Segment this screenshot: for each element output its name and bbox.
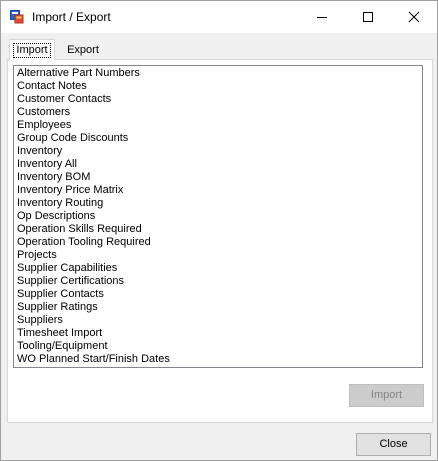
- list-item[interactable]: Supplier Contacts: [14, 288, 422, 301]
- list-item[interactable]: Projects: [14, 249, 422, 262]
- close-button[interactable]: Close: [356, 433, 431, 456]
- list-item[interactable]: Inventory Routing: [14, 197, 422, 210]
- title-bar[interactable]: Import / Export: [1, 1, 437, 33]
- list-item[interactable]: Supplier Capabilities: [14, 262, 422, 275]
- list-item[interactable]: WO Planned Start/Finish Dates: [14, 353, 422, 366]
- import-tab-page: Alternative Part Numbers Contact Notes Cus…: [7, 59, 433, 423]
- list-item[interactable]: Group Code Discounts: [14, 132, 422, 145]
- minimize-button[interactable]: [299, 1, 345, 33]
- maximize-icon: [363, 12, 373, 22]
- list-item[interactable]: Inventory Price Matrix: [14, 184, 422, 197]
- list-item[interactable]: Operation Tooling Required: [14, 236, 422, 249]
- list-item[interactable]: Customer Contacts: [14, 93, 422, 106]
- list-item[interactable]: Timesheet Import: [14, 327, 422, 340]
- list-item[interactable]: Inventory: [14, 145, 422, 158]
- tab-control: Import Export Alternative Part Numbers Co…: [7, 39, 433, 423]
- import-type-list[interactable]: Alternative Part Numbers Contact Notes Cus…: [13, 65, 423, 368]
- list-item[interactable]: Employees: [14, 119, 422, 132]
- import-export-window: Import / Export Import Export Alternativ: [0, 0, 438, 461]
- close-icon: [408, 11, 420, 23]
- list-item[interactable]: Supplier Certifications: [14, 275, 422, 288]
- close-window-button[interactable]: [391, 1, 437, 33]
- minimize-icon: [317, 17, 327, 18]
- list-item[interactable]: Tooling/Equipment: [14, 340, 422, 353]
- list-item[interactable]: Suppliers: [14, 314, 422, 327]
- tab-import[interactable]: Import: [9, 39, 55, 60]
- tab-import-label: Import: [13, 43, 51, 58]
- list-item[interactable]: Contact Notes: [14, 80, 422, 93]
- import-button[interactable]: Import: [349, 384, 424, 407]
- import-export-app-icon: [10, 10, 24, 24]
- list-item[interactable]: Alternative Part Numbers: [14, 67, 422, 80]
- list-item[interactable]: Customers: [14, 106, 422, 119]
- tab-export-label: Export: [67, 44, 99, 56]
- list-item[interactable]: Inventory All: [14, 158, 422, 171]
- maximize-button[interactable]: [345, 1, 391, 33]
- list-item[interactable]: Op Descriptions: [14, 210, 422, 223]
- list-item[interactable]: Operation Skills Required: [14, 223, 422, 236]
- tab-export[interactable]: Export: [55, 40, 111, 60]
- list-item[interactable]: Supplier Ratings: [14, 301, 422, 314]
- window-title: Import / Export: [32, 10, 111, 24]
- list-item[interactable]: Inventory BOM: [14, 171, 422, 184]
